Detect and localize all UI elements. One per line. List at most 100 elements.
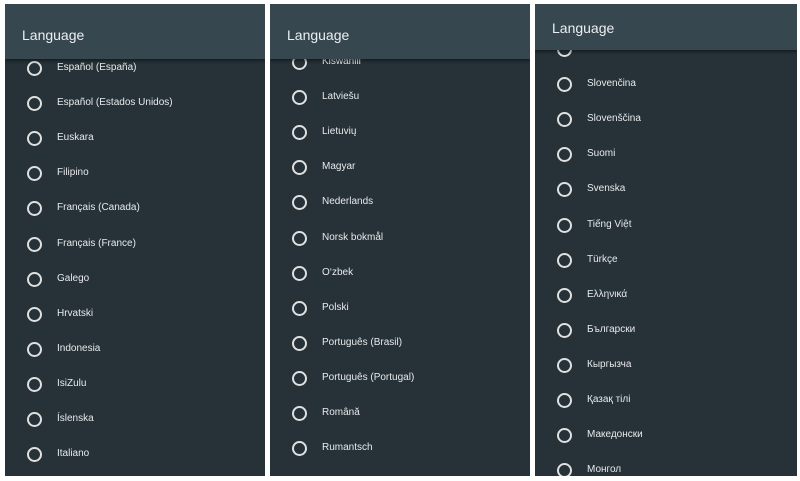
radio-unchecked-icon[interactable]: [27, 131, 42, 147]
language-option-label: Монгол: [587, 464, 622, 476]
radio-unchecked-icon[interactable]: [27, 61, 42, 76]
radio-unchecked-icon[interactable]: [557, 147, 572, 163]
language-option-label: Hrvatski: [57, 307, 94, 319]
language-option[interactable]: O‘zbek: [270, 257, 530, 291]
radio-unchecked-icon[interactable]: [27, 376, 42, 392]
language-option[interactable]: Français (Canada): [5, 192, 265, 226]
language-option[interactable]: Tiếng Việt: [535, 209, 797, 243]
language-option-label: Suomi: [587, 148, 616, 160]
language-option[interactable]: Norsk bokmål: [270, 222, 530, 256]
language-option[interactable]: Кыргызча: [535, 349, 797, 383]
radio-unchecked-icon[interactable]: [27, 201, 42, 217]
radio-unchecked-icon[interactable]: [292, 335, 307, 351]
language-option[interactable]: Filipino: [5, 157, 265, 191]
radio-unchecked-icon[interactable]: [292, 90, 307, 106]
language-option[interactable]: Қазақ тілі: [535, 384, 797, 418]
page-title: Language: [552, 20, 615, 36]
language-option[interactable]: Slovenščina: [535, 103, 797, 137]
radio-unchecked-icon[interactable]: [292, 265, 307, 281]
language-option-label: Кыргызча: [587, 358, 632, 370]
radio-unchecked-icon[interactable]: [557, 428, 572, 444]
page-title: Language: [22, 27, 85, 43]
language-panel-1: Language Español (España) Español (Estado…: [5, 4, 265, 476]
language-option[interactable]: Français (France): [5, 228, 265, 262]
radio-unchecked-icon[interactable]: [557, 182, 572, 198]
radio-unchecked-icon[interactable]: [292, 195, 307, 211]
language-option-label: Indonesia: [57, 342, 101, 354]
radio-unchecked-icon[interactable]: [557, 217, 572, 233]
language-option[interactable]: Română: [270, 397, 530, 431]
panel-header: Language: [5, 4, 265, 59]
language-option[interactable]: Suomi: [535, 138, 797, 172]
language-option[interactable]: Slovenčina: [535, 68, 797, 102]
language-option[interactable]: Português (Brasil): [270, 327, 530, 361]
language-option-label: Ελληνικά: [587, 288, 628, 300]
language-option-label: Български: [587, 323, 636, 335]
language-option-label: Slovenščina: [587, 113, 641, 125]
language-option[interactable]: IsiZulu: [5, 368, 265, 402]
language-option[interactable]: Rumantsch: [270, 432, 530, 466]
radio-unchecked-icon[interactable]: [557, 287, 572, 303]
language-option[interactable]: Íslenska: [5, 403, 265, 437]
language-option-label: Nederlands: [322, 196, 374, 208]
language-option-label: Slovenčina: [587, 78, 636, 90]
language-list[interactable]: Kiswahili Latviešu Lietuvių Magyar Nederland…: [270, 4, 530, 476]
radio-unchecked-icon[interactable]: [27, 236, 42, 252]
language-option[interactable]: Монгол: [535, 454, 797, 476]
radio-unchecked-icon[interactable]: [292, 370, 307, 386]
language-option-label: O‘zbek: [322, 266, 354, 278]
radio-unchecked-icon[interactable]: [292, 125, 307, 141]
language-option[interactable]: Euskara: [5, 122, 265, 156]
radio-unchecked-icon[interactable]: [292, 160, 307, 176]
language-list[interactable]: Español (España) Español (Estados Unidos)…: [5, 4, 265, 476]
language-option-label: Română: [322, 407, 360, 418]
radio-unchecked-icon[interactable]: [557, 77, 572, 93]
language-option-label: IsiZulu: [57, 377, 87, 389]
language-option[interactable]: Indonesia: [5, 333, 265, 367]
language-option[interactable]: Türkçe: [535, 244, 797, 278]
language-option-label: Galego: [57, 272, 90, 284]
language-option[interactable]: Español (Estados Unidos): [5, 87, 265, 121]
language-option[interactable]: Latviešu: [270, 81, 530, 115]
language-option-label: Português (Portugal): [322, 371, 415, 383]
language-option[interactable]: Български: [535, 314, 797, 348]
radio-unchecked-icon[interactable]: [292, 230, 307, 246]
language-option-label: Filipino: [57, 167, 89, 179]
language-option-label: Français (France): [57, 237, 136, 249]
language-option[interactable]: Italiano: [5, 438, 265, 472]
radio-unchecked-icon[interactable]: [557, 322, 572, 338]
language-option-label: Norsk bokmål: [322, 231, 384, 243]
language-option[interactable]: Nederlands: [270, 186, 530, 220]
radio-unchecked-icon[interactable]: [292, 300, 307, 316]
radio-unchecked-icon[interactable]: [292, 406, 307, 421]
language-option-label: Tiếng Việt: [587, 218, 632, 230]
radio-unchecked-icon[interactable]: [27, 306, 42, 322]
language-option[interactable]: Hrvatski: [5, 298, 265, 332]
radio-unchecked-icon[interactable]: [557, 357, 572, 373]
language-option[interactable]: Svenska: [535, 173, 797, 207]
radio-unchecked-icon[interactable]: [557, 393, 572, 408]
panel-header: Language: [535, 4, 797, 50]
language-option[interactable]: Polski: [270, 292, 530, 326]
language-option-label: Íslenska: [57, 413, 94, 424]
radio-unchecked-icon[interactable]: [292, 441, 307, 457]
radio-unchecked-icon[interactable]: [27, 412, 42, 427]
language-option[interactable]: Português (Portugal): [270, 362, 530, 396]
language-option[interactable]: Galego: [5, 263, 265, 297]
language-option[interactable]: Lietuvių: [270, 116, 530, 150]
language-option-label: Magyar: [322, 161, 356, 173]
radio-unchecked-icon[interactable]: [27, 96, 42, 112]
radio-unchecked-icon[interactable]: [27, 166, 42, 182]
language-option[interactable]: Magyar: [270, 151, 530, 185]
language-option[interactable]: Ελληνικά: [535, 279, 797, 313]
radio-unchecked-icon[interactable]: [27, 271, 42, 287]
radio-unchecked-icon[interactable]: [27, 447, 42, 463]
radio-unchecked-icon[interactable]: [557, 463, 572, 476]
radio-unchecked-icon[interactable]: [27, 341, 42, 357]
radio-unchecked-icon[interactable]: [557, 112, 572, 128]
radio-unchecked-icon[interactable]: [557, 252, 572, 268]
language-option-label: Español (Estados Unidos): [57, 97, 173, 109]
language-option-label: Euskara: [57, 132, 94, 144]
language-list[interactable]: Slovenčina Slovenščina Suomi Svenska Tiếng V…: [535, 4, 797, 476]
language-option[interactable]: Македонски: [535, 419, 797, 453]
